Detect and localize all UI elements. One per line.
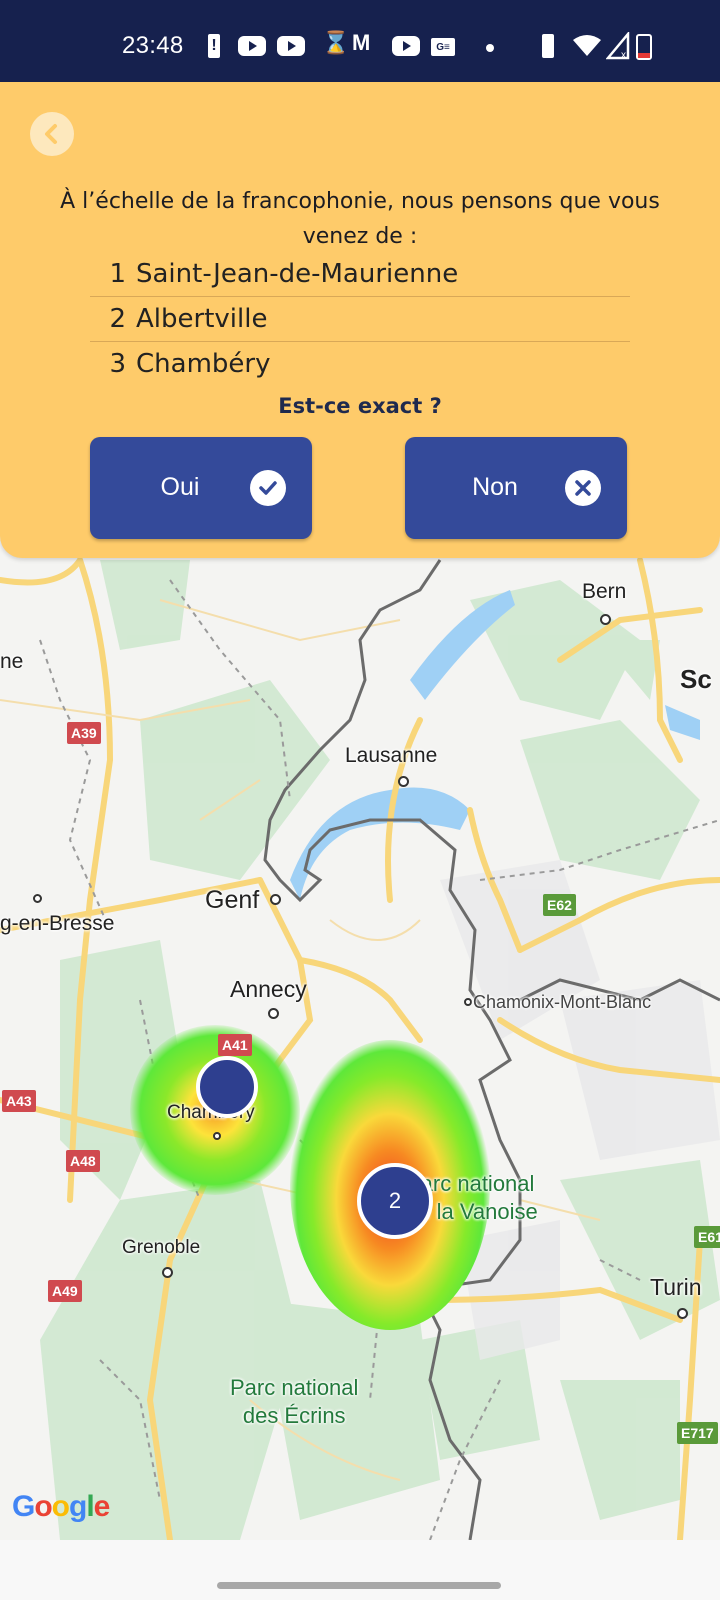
city-dot-annecy [268, 1008, 279, 1019]
city-dot-bern [600, 614, 611, 625]
hourglass-icon: ⌛ [322, 30, 350, 55]
map-label-lausanne: Lausanne [345, 744, 438, 767]
city-dot-genf [270, 894, 281, 905]
notification-dot-icon [486, 44, 494, 52]
road-shield-a48: A48 [66, 1150, 100, 1172]
road-shield-a41: A41 [218, 1034, 252, 1056]
cluster-marker-vanoise[interactable]: 2 [357, 1163, 433, 1239]
map-label-genf: Genf [205, 886, 260, 914]
check-circle-icon [250, 470, 286, 506]
road-shield-e717: E717 [677, 1422, 718, 1444]
road-shield-e61: E61 [694, 1226, 720, 1248]
cluster-marker-chambery[interactable] [196, 1056, 258, 1118]
battery-low-icon [636, 34, 652, 60]
road-shield-a49: A49 [48, 1280, 82, 1302]
suggestion-item[interactable]: 2 Albertville [90, 297, 630, 342]
battery-alert-icon [208, 34, 220, 58]
suggestion-rank: 1 [109, 259, 126, 289]
google-logo: Google [12, 1490, 110, 1523]
signal-off-icon: x [606, 32, 630, 60]
city-dot-grenoble [162, 1267, 173, 1278]
city-dot-bourg [33, 894, 42, 903]
map-label-chamonix: Chamonix-Mont-Blanc [473, 992, 652, 1012]
navigation-bar [0, 1540, 720, 1600]
gmail-icon: M [352, 30, 371, 55]
map-label-schweiz: Sc [680, 664, 712, 694]
map-label-grenoble: Grenoble [122, 1237, 201, 1258]
map-label-turin: Turin [650, 1274, 702, 1300]
question-text: À l’échelle de la francophonie, nous pen… [60, 189, 660, 249]
no-button-label: Non [472, 473, 518, 501]
suggestion-rank: 3 [109, 349, 126, 379]
close-circle-icon [565, 470, 601, 506]
suggestion-item[interactable]: 1 Saint-Jean-de-Maurienne [90, 252, 630, 297]
city-dot-turin [677, 1308, 688, 1319]
suggestion-rank: 2 [109, 304, 126, 334]
youtube-icon [392, 36, 420, 56]
map-view[interactable]: Bern Sc ne Lausanne Genf g-en-Bresse Ann… [0, 540, 720, 1540]
status-bar: 23:48 ⌛ M G≡ x [0, 0, 720, 82]
wifi-icon [573, 35, 601, 56]
road-shield-e62: E62 [543, 894, 576, 916]
suggestion-item[interactable]: 3 Chambéry [90, 342, 630, 386]
city-dot-chambery [213, 1132, 221, 1140]
city-dot-chamonix [464, 998, 472, 1006]
vibrate-icon [542, 34, 554, 58]
map-base [0, 557, 720, 1540]
map-label-lyon: ne [0, 650, 24, 673]
svg-text:x: x [621, 50, 626, 60]
road-shield-a43: A43 [2, 1090, 36, 1112]
youtube-icon [238, 36, 266, 56]
suggestion-city: Chambéry [136, 349, 271, 379]
google-news-icon: G≡ [431, 38, 455, 56]
map-label-bourg-en-bresse: g-en-Bresse [0, 912, 115, 935]
suggestion-city: Saint-Jean-de-Maurienne [136, 259, 459, 289]
chevron-left-icon [45, 124, 57, 144]
clock: 23:48 [122, 32, 184, 59]
suggestion-list: 1 Saint-Jean-de-Maurienne 2 Albertville … [90, 252, 630, 386]
location-confirmation-panel: À l’échelle de la francophonie, nous pen… [0, 82, 720, 558]
road-shield-a39: A39 [67, 722, 101, 744]
city-dot-lausanne [398, 776, 409, 787]
map-label-annecy: Annecy [230, 976, 307, 1002]
yes-button[interactable]: Oui [90, 437, 312, 539]
no-button[interactable]: Non [405, 437, 627, 539]
home-gesture-handle[interactable] [217, 1582, 501, 1589]
map-label-ecrins: Parc national des Écrins [230, 1375, 359, 1428]
yes-button-label: Oui [160, 473, 200, 501]
confirm-question: Est-ce exact ? [278, 394, 442, 418]
suggestion-city: Albertville [136, 304, 268, 334]
back-button[interactable] [30, 112, 74, 156]
map-label-bern: Bern [582, 580, 627, 603]
youtube-icon [277, 36, 305, 56]
